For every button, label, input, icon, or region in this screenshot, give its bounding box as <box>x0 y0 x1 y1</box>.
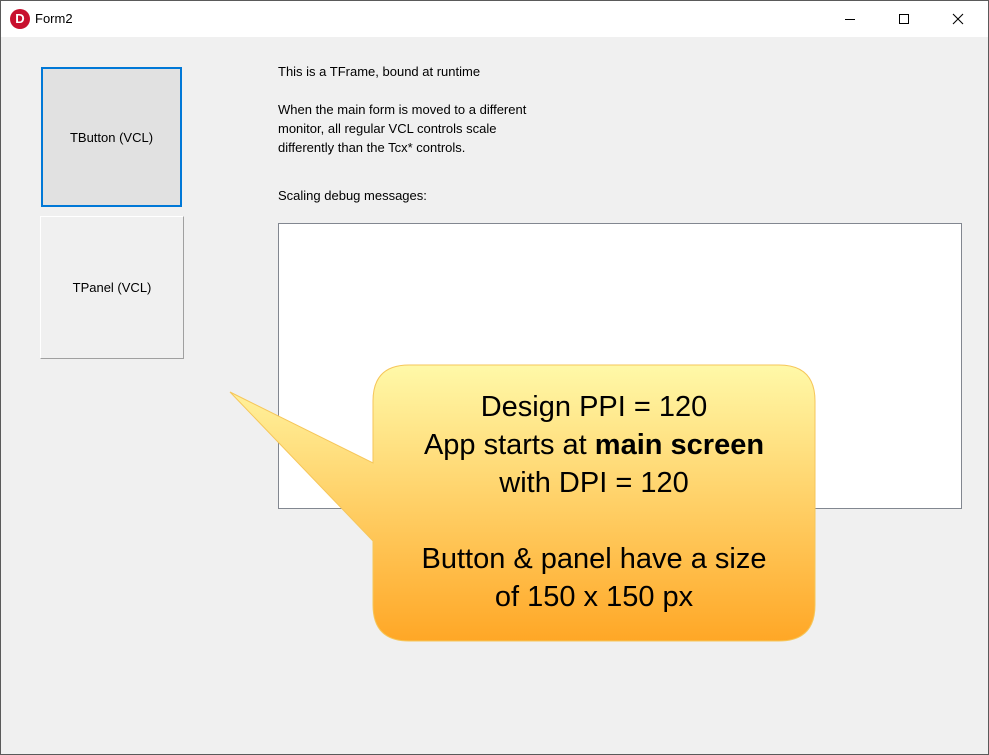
callout-text: Design PPI = 120 App starts at main scre… <box>373 388 815 616</box>
callout-gap <box>373 502 815 540</box>
callout-line-1: Design PPI = 120 <box>480 391 708 423</box>
main-window: D Form2 TButton (VCL) TPanel (VCL) This … <box>0 0 989 755</box>
callout-line-5: of 150 x 150 px <box>494 581 694 613</box>
callout-line-4: Button & panel have a size <box>421 543 767 575</box>
callout-line-2-prefix: App starts at <box>423 429 595 461</box>
callout-line-3: with DPI = 120 <box>499 467 689 499</box>
callout-line-2-bold: main screen <box>594 429 765 461</box>
callout-bubble <box>229 364 816 642</box>
callout-line-2: App starts at main screen <box>373 426 815 464</box>
